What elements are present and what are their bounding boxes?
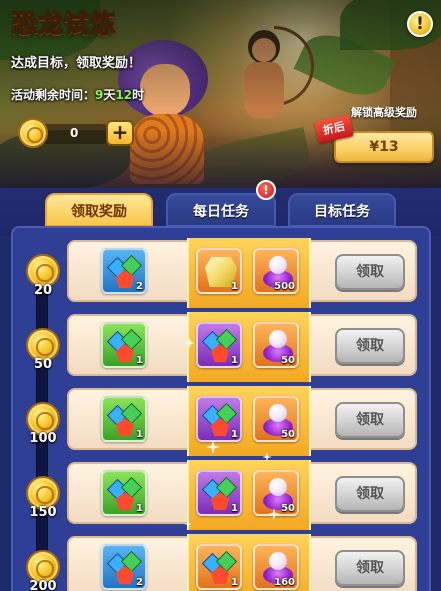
- reward-item[interactable]: 1: [101, 322, 147, 368]
- exclamation-icon[interactable]: !: [407, 11, 433, 37]
- reward-item[interactable]: 50: [253, 322, 299, 368]
- reward-item[interactable]: 1: [196, 322, 242, 368]
- reward-item[interactable]: 1: [196, 248, 242, 294]
- reward-row: 2 1 500 领取: [67, 238, 417, 308]
- reward-row: 1 1 50 领取: [67, 312, 417, 382]
- add-coins-button[interactable]: +: [106, 120, 134, 146]
- claim-button[interactable]: 领取: [335, 476, 405, 512]
- timer-hours-unit: 时: [132, 88, 145, 102]
- event-subtitle: 达成目标，领取奖励！: [11, 56, 142, 71]
- reward-item[interactable]: 1: [196, 396, 242, 442]
- coin-count: 0: [70, 126, 79, 140]
- unlock-premium-label: 解锁高级奖励: [351, 106, 417, 119]
- claim-button[interactable]: 领取: [335, 402, 405, 438]
- timer-days-unit: 天: [103, 88, 116, 102]
- event-title: 恐龙试炼: [11, 8, 117, 39]
- reward-item[interactable]: 1: [196, 544, 242, 590]
- gold-coin-icon: [18, 118, 48, 148]
- milestone-value: 200: [29, 579, 57, 591]
- reward-item[interactable]: 2: [101, 544, 147, 590]
- reward-qty: 1: [136, 429, 143, 440]
- timer-hours: 12: [115, 88, 133, 102]
- coin-counter: 0 +: [18, 118, 138, 148]
- claim-button[interactable]: 领取: [335, 328, 405, 364]
- reward-qty: 1: [231, 577, 238, 588]
- milestone-value: 50: [33, 357, 53, 372]
- claim-button[interactable]: 领取: [335, 550, 405, 586]
- reward-qty: 1: [231, 503, 238, 514]
- event-timer: 活动剩余时间：9天12时: [11, 86, 144, 103]
- reward-qty: 1: [231, 281, 238, 292]
- reward-row: 1 1 50 领取: [67, 460, 417, 530]
- tab-claim-rewards[interactable]: 领取奖励: [45, 193, 153, 227]
- reward-qty: 1: [231, 429, 238, 440]
- reward-qty: 500: [274, 281, 295, 292]
- reward-qty: 1: [231, 355, 238, 366]
- timer-prefix: 活动剩余时间：: [11, 88, 96, 102]
- reward-item[interactable]: 2: [101, 248, 147, 294]
- tab-goal-tasks[interactable]: 目标任务: [288, 193, 396, 227]
- reward-item[interactable]: 1: [101, 396, 147, 442]
- reward-qty: 2: [136, 281, 143, 292]
- reward-item[interactable]: 1: [101, 470, 147, 516]
- reward-qty: 160: [274, 577, 295, 588]
- reward-item[interactable]: 500: [253, 248, 299, 294]
- reward-qty: 50: [281, 503, 295, 514]
- claim-button[interactable]: 领取: [335, 254, 405, 290]
- reward-qty: 2: [136, 577, 143, 588]
- notification-badge-icon: !: [256, 180, 276, 200]
- reward-qty: 50: [281, 355, 295, 366]
- reward-row: 2 1 160 领取: [67, 534, 417, 591]
- reward-qty: 50: [281, 429, 295, 440]
- reward-item[interactable]: 50: [253, 396, 299, 442]
- reward-item[interactable]: 160: [253, 544, 299, 590]
- milestone-value: 100: [29, 431, 57, 446]
- reward-qty: 1: [136, 355, 143, 366]
- reward-item[interactable]: 1: [196, 470, 242, 516]
- reward-row: 1 1 50 领取: [67, 386, 417, 456]
- milestone-value: 150: [29, 505, 57, 520]
- reward-item[interactable]: 50: [253, 470, 299, 516]
- reward-qty: 1: [136, 503, 143, 514]
- milestone-value: 20: [33, 283, 53, 298]
